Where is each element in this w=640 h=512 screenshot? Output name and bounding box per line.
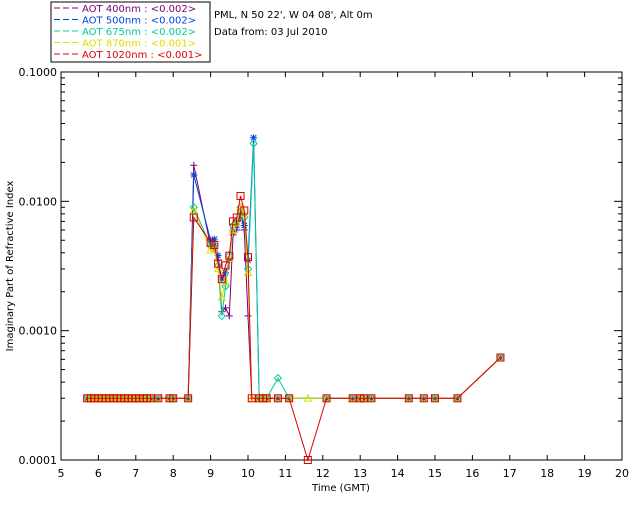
x-axis-label: Time (GMT) bbox=[311, 483, 370, 494]
series-line bbox=[87, 195, 501, 462]
y-tick-label: 0.0100 bbox=[19, 195, 58, 208]
data-point bbox=[190, 171, 198, 179]
legend-entry: AOT 1020nm : <0.001> bbox=[82, 50, 202, 61]
x-tick-label: 15 bbox=[428, 467, 442, 480]
x-tick-label: 16 bbox=[465, 467, 479, 480]
x-tick-label: 18 bbox=[540, 467, 554, 480]
chart-area: AOT 400nm : <0.002>AOT 500nm : <0.002>AO… bbox=[5, 1, 630, 494]
legend-entry: AOT 870nm : <0.001> bbox=[82, 39, 196, 50]
x-tick-label: 14 bbox=[391, 467, 405, 480]
x-tick-label: 9 bbox=[207, 467, 214, 480]
series-line bbox=[87, 165, 501, 399]
series-line bbox=[87, 205, 501, 399]
legend: AOT 400nm : <0.002>AOT 500nm : <0.002>AO… bbox=[50, 1, 211, 63]
y-tick-label: 0.1000 bbox=[19, 66, 58, 79]
series-0 bbox=[83, 161, 504, 402]
y-tick-label: 0.0010 bbox=[19, 325, 58, 338]
y-axis-label: Imaginary Part of Refractive Index bbox=[5, 181, 16, 352]
x-tick-label: 13 bbox=[353, 467, 367, 480]
y-tick-label: 0.0001 bbox=[19, 454, 58, 467]
x-tick-label: 11 bbox=[278, 467, 292, 480]
x-tick-label: 8 bbox=[170, 467, 177, 480]
series-layer bbox=[82, 134, 505, 464]
x-tick-label: 17 bbox=[503, 467, 517, 480]
data-point bbox=[190, 161, 198, 169]
x-tick-label: 12 bbox=[316, 467, 330, 480]
data-point bbox=[225, 312, 233, 320]
x-tick-label: 10 bbox=[241, 467, 255, 480]
series-line bbox=[87, 137, 501, 399]
site-info: PML, N 50 22', W 04 08', Alt 0m bbox=[214, 10, 373, 21]
series-3 bbox=[82, 202, 505, 402]
legend-entry: AOT 675nm : <0.002> bbox=[82, 27, 196, 38]
x-tick-label: 6 bbox=[95, 467, 102, 480]
axis-ticks: 5 6 7 8 9 10 11 12 13 14 15 16 17 18 19 20 0.0001 0.0010 0… bbox=[19, 66, 630, 480]
x-tick-label: 5 bbox=[58, 467, 65, 480]
x-tick-label: 19 bbox=[578, 467, 592, 480]
x-tick-label: 20 bbox=[615, 467, 629, 480]
series-4 bbox=[83, 191, 505, 464]
legend-entry: AOT 400nm : <0.002> bbox=[82, 4, 196, 15]
series-line bbox=[87, 143, 501, 399]
legend-entry: AOT 500nm : <0.002> bbox=[82, 16, 196, 27]
x-tick-label: 7 bbox=[132, 467, 139, 480]
series-1 bbox=[83, 134, 504, 402]
series-2 bbox=[82, 139, 505, 403]
date-info: Data from: 03 Jul 2010 bbox=[214, 27, 327, 38]
data-point bbox=[244, 312, 252, 320]
